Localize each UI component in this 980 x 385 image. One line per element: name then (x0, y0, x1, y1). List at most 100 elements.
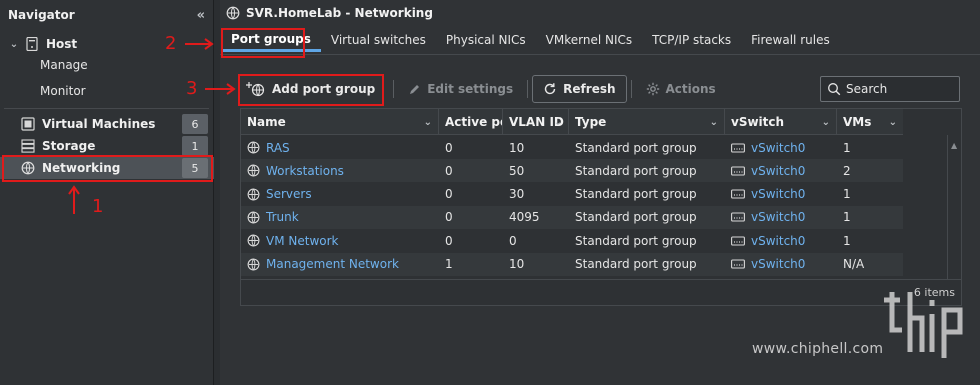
port-group-link[interactable]: RAS (266, 141, 290, 155)
tab-virtual-switches[interactable]: Virtual switches (321, 28, 436, 52)
arrow-right-icon (205, 83, 236, 95)
search-placeholder: Search (846, 82, 888, 96)
page-title: SVR.HomeLab - Networking (226, 6, 433, 20)
count-badge: 6 (182, 114, 208, 134)
column-header-type[interactable]: Type ⌄ (569, 109, 725, 135)
tab-firewall-rules[interactable]: Firewall rules (741, 28, 840, 52)
table-footer-divider (241, 279, 961, 280)
column-header-active-ports[interactable]: Active por (439, 109, 503, 135)
chevron-down-icon[interactable]: ⌄ (8, 39, 20, 50)
actions-button[interactable]: Actions (636, 75, 726, 103)
highlight-networking (2, 155, 213, 182)
nav-host-label: Host (46, 37, 78, 51)
page-title-text: SVR.HomeLab - Networking (246, 6, 433, 20)
cell-name: Servers (241, 183, 439, 206)
toolbar-divider (630, 80, 632, 98)
arrow-right-icon (185, 38, 214, 50)
chevron-down-icon[interactable]: ⌄ (424, 117, 432, 128)
network-icon (247, 234, 260, 247)
cell-vswitch: vSwitch0 (725, 159, 837, 182)
port-group-link[interactable]: Servers (266, 187, 312, 201)
table-header: Name ⌄ Active por VLAN ID⌄ Type ⌄ vSwitch ⌄… (241, 109, 903, 135)
navigator-header: Navigator « (0, 0, 213, 30)
vswitch-link[interactable]: vSwitch0 (751, 187, 805, 201)
cell-type: Standard port group (575, 257, 697, 271)
edit-settings-label: Edit settings (427, 82, 514, 96)
cell-name: Management Network (241, 253, 439, 276)
pencil-icon (408, 83, 421, 96)
chevron-down-icon[interactable]: ⌄ (554, 117, 562, 128)
cell-vswitch: vSwitch0 (725, 229, 837, 252)
annotation-number: 2 (165, 33, 177, 54)
port-group-link[interactable]: VM Network (266, 234, 338, 248)
main-panel: SVR.HomeLab - Networking Port groups Vir… (220, 0, 980, 385)
table-row[interactable]: Servers 0 30 Standard port group vSwitch0 1 (241, 183, 903, 206)
port-group-link[interactable]: Management Network (266, 257, 399, 271)
nav-storage-label: Storage (42, 139, 96, 153)
table-row[interactable]: VM Network 0 0 Standard port group vSwitch0 1 (241, 229, 903, 252)
switch-icon (731, 259, 745, 269)
network-icon (247, 211, 260, 224)
column-header-label: vSwitch (731, 115, 785, 129)
cell-vlan-id: 0 (509, 233, 517, 248)
nav-item-virtual-machines[interactable]: Virtual Machines 6 (0, 113, 214, 135)
highlight-add-port-group (238, 74, 384, 106)
column-header-name[interactable]: Name ⌄ (241, 109, 439, 135)
tab-divider (220, 54, 980, 55)
vswitch-link[interactable]: vSwitch0 (751, 234, 805, 248)
host-icon (24, 36, 40, 52)
actions-label: Actions (665, 82, 716, 96)
arrow-up-icon (68, 185, 80, 214)
chevron-down-icon[interactable]: ⌄ (889, 117, 897, 128)
nav-item-host[interactable]: ⌄ Host (0, 33, 214, 55)
cell-name: Trunk (241, 206, 439, 229)
vswitch-link[interactable]: vSwitch0 (751, 164, 805, 178)
search-input[interactable]: Search (820, 76, 960, 102)
table-row[interactable]: RAS 0 10 Standard port group vSwitch0 1 (241, 136, 903, 159)
tab-tcpip-stacks[interactable]: TCP/IP stacks (642, 28, 741, 52)
column-header-vms[interactable]: VMs ⌄ (837, 109, 903, 135)
cell-vms: 2 (843, 163, 851, 178)
switch-icon (731, 236, 745, 246)
watermark-text: www.chiphell.com (752, 341, 884, 357)
refresh-icon (543, 82, 557, 96)
nav-item-manage[interactable]: Manage (0, 54, 214, 76)
column-header-vlan-id[interactable]: VLAN ID ⌄ (503, 109, 569, 135)
switch-icon (731, 166, 745, 176)
tab-bar: Port groups Virtual switches Physical NI… (220, 28, 840, 54)
nav-item-monitor[interactable]: Monitor (0, 80, 214, 102)
column-header-label: VMs (843, 115, 872, 129)
vswitch-link[interactable]: vSwitch0 (751, 210, 805, 224)
port-group-link[interactable]: Workstations (266, 164, 344, 178)
table-row[interactable]: Workstations 0 50 Standard port group vSwitc… (241, 159, 903, 183)
cell-type: Standard port group (575, 163, 697, 178)
cell-active-ports: 0 (445, 233, 453, 248)
vswitch-link[interactable]: vSwitch0 (751, 141, 805, 155)
chevron-down-icon[interactable]: ⌄ (710, 117, 718, 128)
scroll-up-icon[interactable]: ▲ (951, 141, 957, 150)
highlight-port-groups-tab (221, 28, 305, 58)
nav-manage-label: Manage (40, 58, 88, 72)
cell-vlan-id: 4095 (509, 210, 540, 225)
tab-vmkernel-nics[interactable]: VMkernel NICs (536, 28, 642, 52)
nav-item-storage[interactable]: Storage 1 (0, 135, 214, 157)
table-row[interactable]: Trunk 0 4095 Standard port group vSwitch0 1 (241, 205, 903, 229)
cell-active-ports: 0 (445, 163, 453, 178)
column-header-label: Name (247, 115, 286, 129)
scrollbar[interactable]: ▲ (947, 135, 961, 279)
column-header-vswitch[interactable]: vSwitch ⌄ (725, 109, 837, 135)
cell-active-ports: 0 (445, 187, 453, 202)
refresh-button[interactable]: Refresh (532, 75, 627, 103)
switch-icon (731, 189, 745, 199)
chevron-down-icon[interactable]: ⌄ (822, 117, 830, 128)
cell-name: RAS (241, 136, 439, 159)
edit-settings-button[interactable]: Edit settings (398, 75, 523, 103)
tab-physical-nics[interactable]: Physical NICs (436, 28, 536, 52)
table-row[interactable]: Management Network 1 10 Standard port group… (241, 252, 903, 276)
vswitch-link[interactable]: vSwitch0 (751, 257, 805, 271)
cell-vms: 1 (843, 140, 851, 155)
cell-type: Standard port group (575, 187, 697, 202)
port-group-link[interactable]: Trunk (266, 210, 299, 224)
collapse-icon[interactable]: « (197, 8, 205, 23)
cell-type: Standard port group (575, 210, 697, 225)
